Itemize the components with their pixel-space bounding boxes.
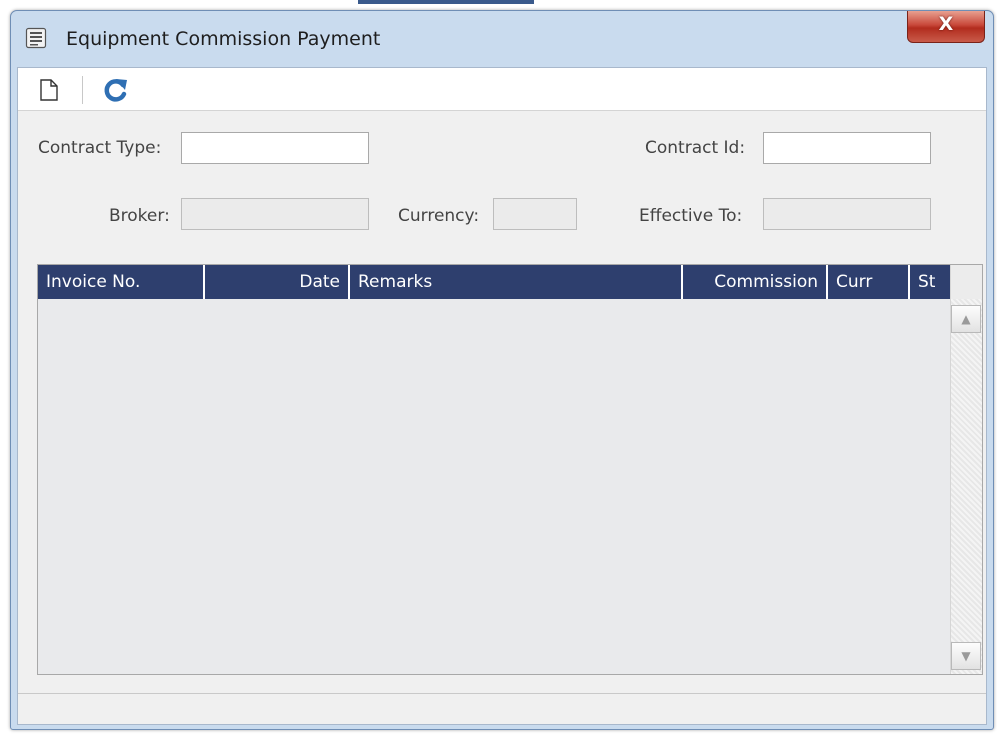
effective-to-field (763, 198, 931, 230)
column-header-invoice-no[interactable]: Invoice No. (38, 265, 205, 299)
form-document-icon (25, 27, 47, 49)
toolbar-separator (82, 76, 83, 104)
contract-id-label: Contract Id: (645, 138, 746, 158)
top-accent-bar (358, 0, 534, 4)
contract-type-input[interactable] (181, 132, 369, 164)
grid-header: Invoice No. Date Remarks Commission Curr… (38, 265, 950, 299)
invoice-grid[interactable]: Invoice No. Date Remarks Commission Curr… (37, 264, 983, 675)
currency-label: Currency: (398, 206, 480, 226)
title-bar[interactable]: Equipment Commission Payment X (11, 11, 993, 67)
equipment-commission-payment-window: Equipment Commission Payment X Contract … (10, 10, 994, 730)
toolbar (18, 68, 986, 111)
broker-label: Broker: (109, 206, 170, 226)
close-button[interactable]: X (907, 11, 985, 43)
contract-id-input[interactable] (763, 132, 931, 164)
scroll-corner (950, 265, 982, 299)
scroll-up-button[interactable]: ▲ (951, 305, 981, 333)
status-bar (18, 693, 986, 724)
column-header-remarks[interactable]: Remarks (350, 265, 683, 299)
currency-field (493, 198, 577, 230)
effective-to-label: Effective To: (639, 206, 743, 226)
window-title: Equipment Commission Payment (66, 28, 381, 50)
column-header-curr[interactable]: Curr (828, 265, 910, 299)
close-icon: X (938, 13, 954, 35)
scroll-down-button[interactable]: ▼ (951, 642, 981, 670)
broker-field (181, 198, 369, 230)
column-header-date[interactable]: Date (205, 265, 350, 299)
contract-type-label: Contract Type: (38, 138, 162, 158)
window-content: Contract Type: Contract Id: Broker: Curr… (17, 67, 987, 725)
column-header-commission[interactable]: Commission (683, 265, 828, 299)
vertical-scrollbar[interactable]: ▲ ▼ (950, 299, 982, 674)
refresh-icon[interactable] (101, 76, 131, 104)
column-header-st[interactable]: St (910, 265, 950, 299)
new-document-icon[interactable] (38, 78, 60, 102)
